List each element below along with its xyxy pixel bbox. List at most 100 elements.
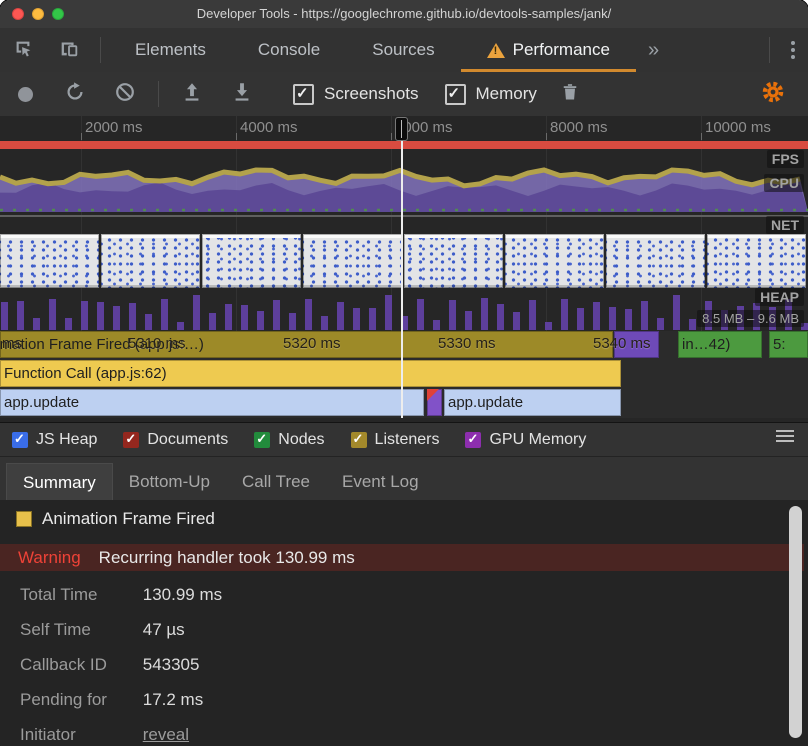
tab-elements[interactable]: Elements: [109, 28, 232, 72]
flame-bar-app-update[interactable]: app.update: [0, 389, 424, 416]
ruler-label: 8000 ms: [550, 119, 608, 136]
fps-track-bar: [0, 141, 808, 149]
scrollbar-thumb[interactable]: [789, 506, 802, 738]
heap-range-label: 8.5 MB – 9.6 MB: [697, 310, 804, 327]
tab-label: Sources: [372, 40, 435, 59]
save-profile-button[interactable]: [217, 72, 267, 116]
more-tabs-button[interactable]: [636, 39, 671, 62]
garbage-collect-button[interactable]: [545, 72, 595, 116]
row-label: Callback ID: [20, 655, 107, 674]
tab-label: Summary: [23, 472, 96, 492]
timeline-overview[interactable]: 2000 ms 4000 ms 6000 ms 8000 ms 10000 ms…: [0, 116, 808, 422]
separator: [100, 37, 101, 63]
load-profile-button[interactable]: [167, 72, 217, 116]
flame-ruler-label: 5320 ms: [283, 335, 341, 352]
screenshot-thumbnail[interactable]: [404, 234, 503, 288]
legend-listeners[interactable]: Listeners: [350, 431, 439, 449]
ruler-tick: [236, 133, 237, 140]
tab-label: Event Log: [342, 472, 419, 491]
legend-nodes[interactable]: Nodes: [254, 431, 325, 449]
flame-bar[interactable]: in…42): [678, 331, 762, 358]
checkbox-checked-icon: [465, 431, 482, 448]
capture-settings-button[interactable]: [748, 72, 798, 116]
reload-and-record-button[interactable]: [50, 72, 100, 116]
ruler-tick: [546, 133, 547, 140]
inspect-element-button[interactable]: [0, 28, 46, 72]
row-value: 130.99 ms: [142, 585, 223, 604]
row-label: Pending for: [20, 690, 107, 709]
screenshot-thumbnail[interactable]: [0, 234, 99, 288]
playhead-handle[interactable]: [395, 117, 408, 141]
memory-checkbox-group[interactable]: Memory: [444, 83, 537, 105]
devtools-window: Developer Tools - https://googlechrome.g…: [0, 0, 808, 746]
screenshot-thumbnail[interactable]: [202, 234, 301, 288]
hamburger-icon: [776, 430, 794, 432]
net-track-label: NET: [766, 216, 804, 234]
screenshot-thumbnail[interactable]: [707, 234, 806, 288]
tab-event-log[interactable]: Event Log: [326, 463, 435, 501]
flame-bar-long-task[interactable]: [427, 389, 442, 416]
flame-ruler-label: 5340 ms: [593, 335, 651, 352]
flame-bar-label: in…42): [682, 336, 731, 353]
memory-counters-legend: JS Heap Documents Nodes Listeners GPU Me…: [0, 422, 808, 457]
tab-label: Console: [257, 40, 321, 59]
tab-sources[interactable]: Sources: [346, 28, 460, 72]
legend-label: Documents: [147, 431, 229, 448]
flame-bar-app-update[interactable]: app.update: [444, 389, 621, 416]
tab-bottom-up[interactable]: Bottom-Up: [113, 463, 226, 501]
flame-bar[interactable]: 5:: [769, 331, 808, 358]
flame-bar-function-call[interactable]: Function Call (app.js:62): [0, 360, 621, 387]
row-label: Total Time: [20, 585, 98, 604]
flame-ruler-label: ms: [2, 335, 22, 352]
fps-track-label: FPS: [766, 150, 804, 168]
flame-ruler-label: 5310 ms: [128, 335, 186, 352]
tab-console[interactable]: Console: [232, 28, 346, 72]
ruler-tick: [701, 133, 702, 140]
reveal-link[interactable]: reveal: [143, 725, 189, 744]
screenshot-thumbnail[interactable]: [101, 234, 200, 288]
legend-documents[interactable]: Documents: [123, 431, 228, 449]
reload-icon: [64, 81, 86, 108]
device-toolbar-button[interactable]: [46, 28, 92, 72]
summary-row: Total Time 130.99 ms: [20, 584, 808, 606]
ruler-tick: [81, 133, 82, 140]
screenshot-thumbnail[interactable]: [606, 234, 705, 288]
ruler-label: 10000 ms: [705, 119, 771, 136]
download-arrow-icon: [231, 81, 253, 108]
flame-bar-label: app.update: [4, 394, 80, 411]
tab-summary[interactable]: Summary: [6, 463, 113, 501]
separator: [158, 81, 159, 107]
flame-bar-label: app.update: [448, 394, 524, 411]
screenshot-thumbnail[interactable]: [505, 234, 604, 288]
heap-track-chart: [0, 292, 808, 330]
warning-banner: Warning Recurring handler took 130.99 ms: [0, 544, 804, 571]
checkbox-checked-icon: [254, 431, 271, 448]
screenshots-label: Screenshots: [324, 84, 419, 103]
gear-icon: [761, 80, 785, 109]
tab-performance[interactable]: Performance: [460, 28, 637, 72]
tab-call-tree[interactable]: Call Tree: [226, 463, 326, 501]
screenshots-checkbox-group[interactable]: Screenshots: [293, 83, 419, 105]
detail-tab-bar: Summary Bottom-Up Call Tree Event Log: [0, 456, 808, 501]
tab-label: Bottom-Up: [128, 472, 210, 491]
flame-bar-label: 5:: [773, 336, 786, 353]
legend-label: Nodes: [278, 431, 325, 448]
event-color-swatch: [16, 511, 32, 527]
legend-gpu-memory[interactable]: GPU Memory: [465, 431, 586, 449]
warning-triangle-icon: [486, 42, 505, 58]
long-task-corner-icon: [427, 389, 439, 401]
summary-row-initiator: Initiator reveal: [20, 724, 808, 746]
clear-recording-button[interactable]: [100, 72, 150, 116]
playhead-line[interactable]: [401, 117, 403, 418]
screenshot-thumbnail[interactable]: [303, 234, 402, 288]
block-icon: [114, 81, 136, 108]
performance-toolbar: Screenshots Memory: [0, 72, 808, 117]
tab-label: Call Tree: [241, 472, 311, 491]
record-button[interactable]: [0, 72, 50, 116]
flame-ruler-label: 5330 ms: [438, 335, 496, 352]
main-tab-bar: Elements Console Sources Performance: [0, 28, 808, 73]
devtools-menu-button[interactable]: [778, 28, 808, 72]
checkbox-checked-icon: [444, 83, 466, 105]
window-title: Developer Tools - https://googlechrome.g…: [196, 6, 612, 21]
legend-js-heap[interactable]: JS Heap: [12, 431, 97, 449]
